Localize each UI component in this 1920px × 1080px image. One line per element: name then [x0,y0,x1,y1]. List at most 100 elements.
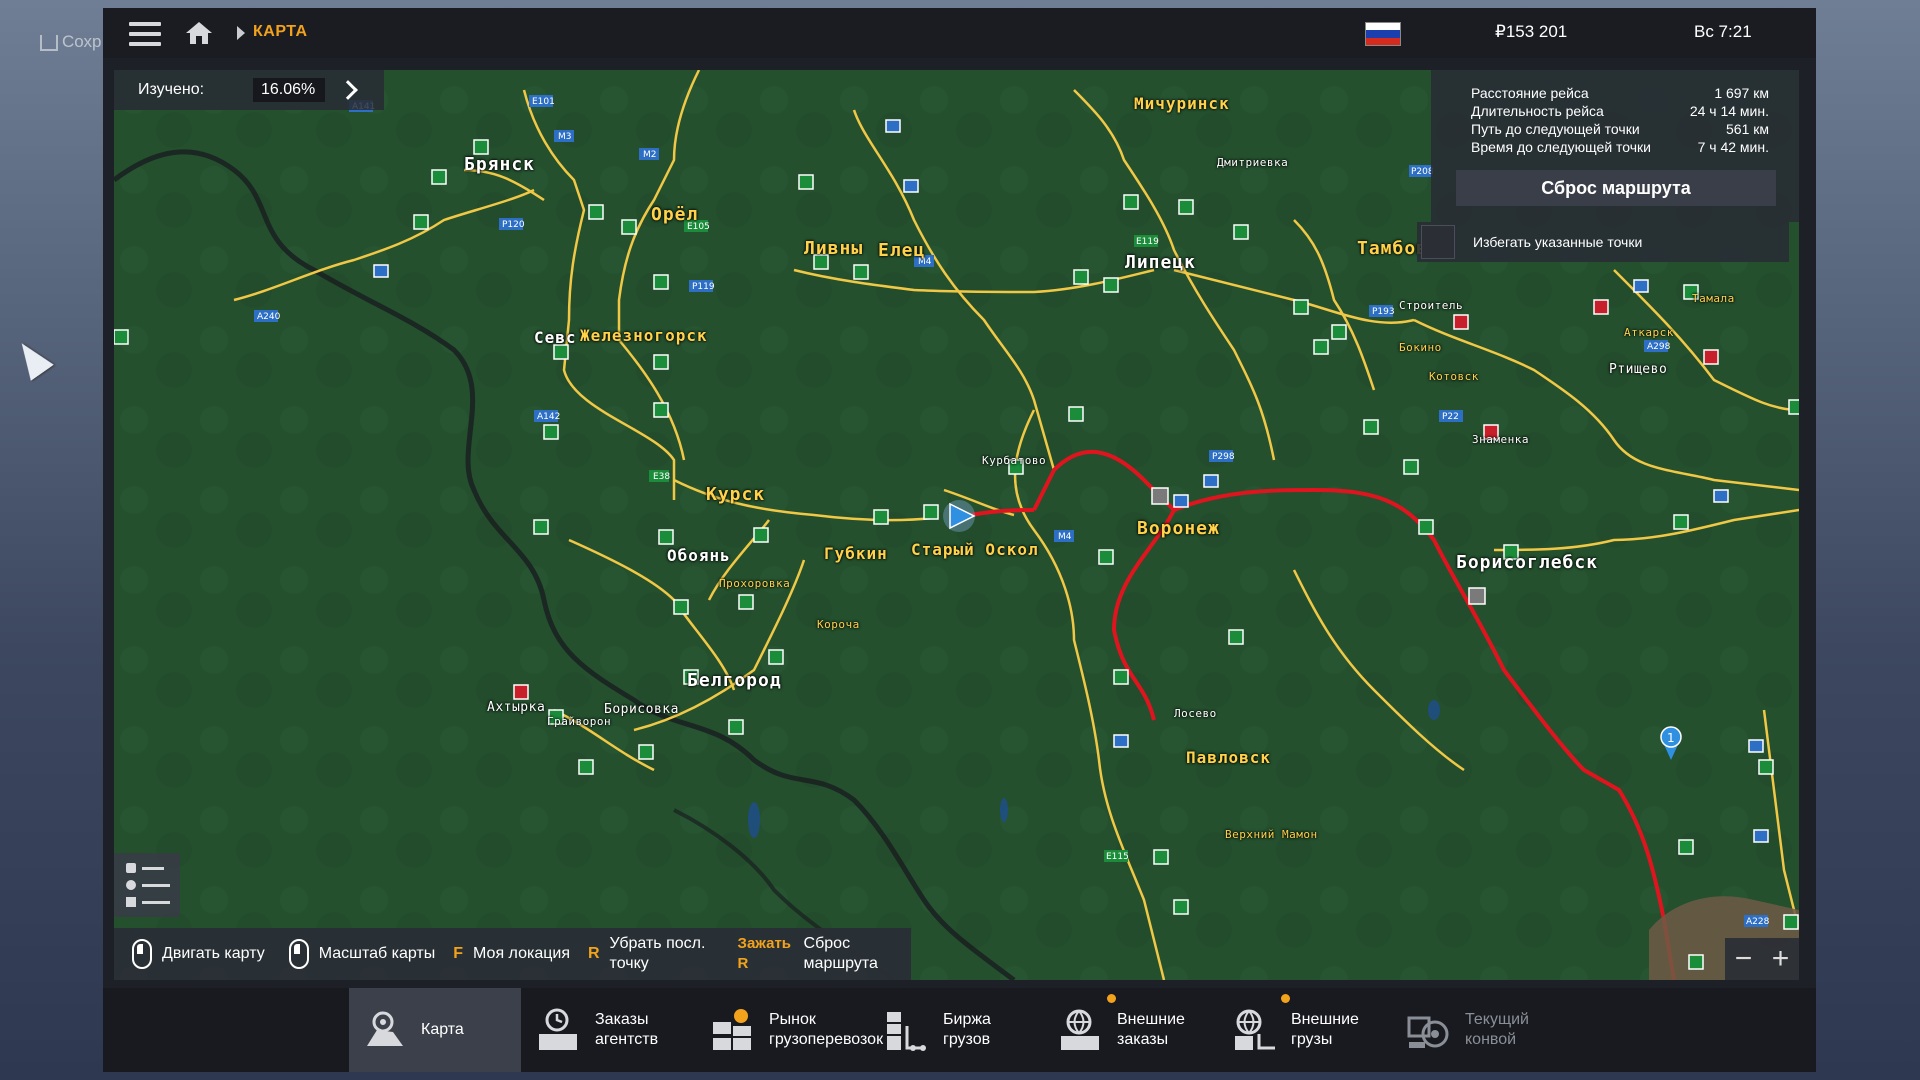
save-icon [40,34,58,51]
nav-current-convoy[interactable]: Текущий конвой [1407,988,1587,1072]
home-icon[interactable] [185,21,213,45]
svg-text:M3: M3 [558,132,572,142]
city-label: Старый Оскол [911,540,1039,559]
map-window: КАРТА ₽153 201 Вс 7:21 1 E101 M3 M2 P119… [103,8,1816,1072]
city-label: Бокино [1399,341,1442,354]
route-row: Путь до следующей точки 561 км [1471,121,1769,137]
svg-text:E115: E115 [1106,852,1129,862]
city-label: Тамала [1692,292,1735,305]
mouse-wheel-icon [288,939,309,969]
svg-text:M4: M4 [1058,532,1072,542]
hint-move-map: Двигать карту [132,939,265,969]
nav-external-contracts[interactable]: Внешние заказы [1059,988,1229,1072]
city-label: Прохоровка [719,577,791,590]
city-label: Павловск [1186,748,1272,767]
reset-route-button[interactable]: Сброс маршрута [1456,170,1776,206]
city-label: Верхний Мамон [1225,828,1318,841]
globe-box-icon [1061,1009,1099,1050]
hint-my-location: F Моя локация [453,945,570,962]
nav-cargo-exchange[interactable]: Биржа грузов [885,988,1045,1072]
city-label: Грайворон [547,715,612,728]
notification-dot [1281,994,1290,1003]
city-label: Обоянь [667,546,731,565]
city-label: Орёл [651,204,699,225]
city-label: Губкин [824,544,888,563]
route-row: Длительность рейса 24 ч 14 мин. [1471,103,1769,119]
city-label: Борисовка [604,702,679,717]
notification-dot [1107,994,1116,1003]
avoid-points-label: Избегать указанные точки [1473,234,1643,250]
city-label: Воронеж [1137,518,1220,539]
convoy-icon [1407,1016,1449,1048]
city-label: Мичуринск [1134,94,1230,113]
money-balance: ₽153 201 [1495,22,1568,41]
zoom-out-button[interactable]: − [1735,942,1753,976]
svg-text:1: 1 [1667,731,1675,745]
nav-agency-orders[interactable]: Заказы агентств [537,988,697,1072]
city-label: Лосево [1174,707,1217,720]
city-label: Ахтырка [487,700,546,715]
forklift-icon [887,1012,926,1051]
svg-text:E101: E101 [532,97,555,107]
nav-external-cargo[interactable]: Внешние грузы [1233,988,1403,1072]
breadcrumb-chevron-icon [237,26,245,40]
svg-text:E38: E38 [653,472,670,482]
svg-text:A228: A228 [1746,917,1770,927]
city-label: Борисоглебск [1456,552,1599,573]
city-label: Курск [706,484,766,505]
svg-text:A298: A298 [1647,342,1671,352]
clock-box-icon [539,1008,577,1050]
city-label: Липецк [1125,252,1197,273]
game-clock: Вс 7:21 [1694,22,1752,41]
svg-text:A142: A142 [537,412,560,422]
menu-icon[interactable] [129,22,161,46]
avoid-points-option[interactable]: Избегать указанные точки [1417,222,1789,262]
map-icon [367,1011,403,1046]
russia-flag-icon [1365,22,1401,46]
breadcrumb: КАРТА [253,23,308,40]
city-label: Ртищево [1609,362,1668,377]
svg-text:E119: E119 [1136,237,1159,247]
city-label: Белгород [687,670,782,691]
zoom-in-button[interactable]: + [1772,942,1790,976]
avoid-points-checkbox[interactable] [1421,225,1455,259]
legend-list-icon [126,863,170,907]
svg-text:P193: P193 [1372,307,1395,317]
route-row: Расстояние рейса 1 697 км [1471,85,1769,101]
zoom-controls: − + [1725,938,1799,980]
route-row: Время до следующей точки 7 ч 42 мин. [1471,139,1769,155]
svg-text:A240: A240 [257,312,281,322]
svg-text:P119: P119 [692,282,715,292]
hint-reset-route: Зажать R Сброс маршрута [737,935,878,972]
city-label: Елец [878,240,926,261]
chevron-right-icon[interactable] [338,80,358,100]
city-label: Аткарск [1624,326,1674,339]
svg-text:P298: P298 [1212,452,1235,462]
world-map[interactable]: 1 E101 M3 M2 P119 M4 E119 P298 M4 E115 P… [114,70,1799,980]
explored-label: Изучено: [138,81,205,98]
city-label: Железногорск [580,326,708,345]
city-label: Брянск [464,154,536,175]
legend-button[interactable] [114,853,180,917]
city-label: Знаменка [1472,433,1529,446]
boxes-icon [713,1009,751,1050]
svg-text:M2: M2 [643,150,657,160]
city-label: Короча [817,618,860,631]
bottom-nav: Карта Заказы агентств Рынок грузоперевоз… [103,988,1816,1072]
player-truck-marker [943,500,976,532]
globe-forklift-icon [1235,1009,1275,1050]
explored-value: 16.06% [253,78,325,102]
hint-remove-point: R Убрать посл. точку [587,935,706,972]
city-label: Дмитриевка [1217,156,1289,169]
city-label: Строитель [1399,299,1464,312]
city-label: Севс [534,328,577,347]
nav-map[interactable]: Карта [349,988,521,1072]
city-label: Ливны [804,238,864,259]
controls-hint-bar: Двигать карту Масштаб карты F Моя локация… [114,928,911,980]
background-save-indicator: Сохр [40,32,102,52]
top-bar: КАРТА ₽153 201 Вс 7:21 [103,8,1816,58]
svg-text:P120: P120 [502,220,525,230]
nav-freight-market[interactable]: Рынок грузоперевозок [711,988,883,1072]
mouse-left-icon [132,939,152,969]
hint-zoom-map: Масштаб карты [288,939,435,969]
